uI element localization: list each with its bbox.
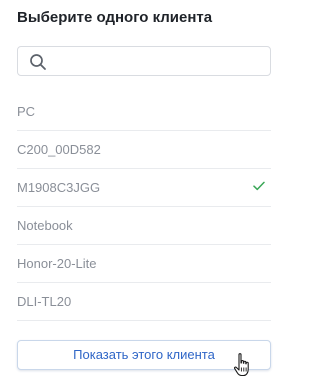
search-input[interactable] xyxy=(54,47,264,75)
client-item-label: PC xyxy=(17,104,36,119)
client-item-c200-00d582[interactable]: C200_00D582 xyxy=(17,131,271,169)
client-item-honor-20-lite[interactable]: Honor-20-Lite xyxy=(17,245,271,283)
hand-pointer-cursor-icon xyxy=(234,353,249,377)
check-icon xyxy=(253,181,265,191)
client-item-label: M1908C3JGG xyxy=(17,180,101,195)
search-icon xyxy=(30,54,46,70)
client-item-label: Notebook xyxy=(17,218,73,233)
client-list: PC C200_00D582 M1908C3JGG Notebook Honor… xyxy=(17,93,271,321)
client-item-m1908c3jgg[interactable]: M1908C3JGG xyxy=(17,169,271,207)
search-box[interactable] xyxy=(17,46,271,76)
client-item-notebook[interactable]: Notebook xyxy=(17,207,271,245)
client-item-pc[interactable]: PC xyxy=(17,93,271,131)
client-item-label: DLI-TL20 xyxy=(17,294,72,309)
client-item-dli-tl20[interactable]: DLI-TL20 xyxy=(17,283,271,321)
dialog-title: Выберите одного клиента xyxy=(17,9,213,26)
client-item-label: Honor-20-Lite xyxy=(17,256,97,271)
client-item-label: C200_00D582 xyxy=(17,142,101,157)
